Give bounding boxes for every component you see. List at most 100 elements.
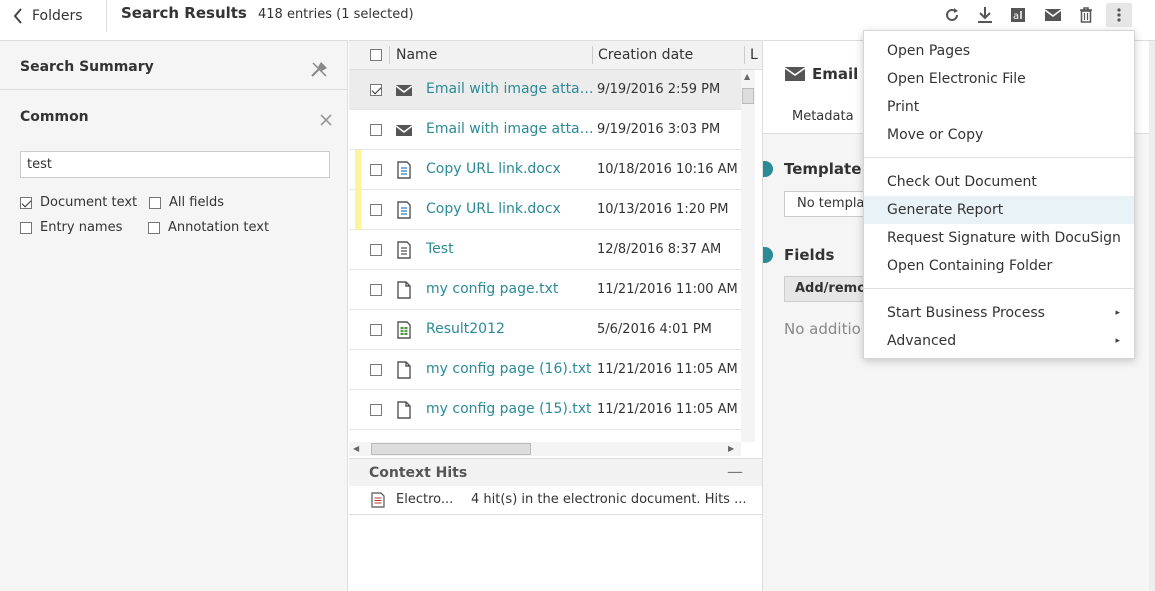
delete-button[interactable]: [1073, 3, 1099, 27]
email-icon: [395, 81, 413, 99]
menu-item-request-signature[interactable]: Request Signature with DocuSign: [864, 224, 1134, 252]
divider: [0, 89, 348, 90]
column-header-creation-date[interactable]: Creation date: [598, 47, 693, 63]
search-query-input[interactable]: [20, 151, 330, 178]
unpin-button[interactable]: [308, 59, 330, 79]
menu-item-open-containing-folder[interactable]: Open Containing Folder: [864, 252, 1134, 280]
row-checkbox[interactable]: [370, 404, 382, 416]
row-name[interactable]: Result2012: [426, 321, 594, 337]
toolbar-divider: [106, 0, 107, 32]
document-text-checkbox[interactable]: [20, 196, 32, 209]
scroll-thumb[interactable]: [742, 88, 754, 104]
row-checkbox[interactable]: [370, 244, 382, 256]
context-hits-header: Context Hits —: [349, 458, 762, 486]
file-icon: [395, 361, 413, 379]
document-icon: [395, 201, 413, 219]
file-icon: [395, 281, 413, 299]
option-document-text[interactable]: Document text: [20, 195, 137, 210]
download-button[interactable]: [972, 3, 998, 27]
refresh-button[interactable]: [939, 3, 965, 27]
row-date: 10/13/2016 1:20 PM: [597, 202, 729, 217]
context-hit-source: Electro...: [396, 492, 454, 507]
refresh-icon: [943, 6, 961, 24]
vertical-scrollbar[interactable]: ▲: [741, 70, 755, 442]
table-row[interactable]: my config page (15).txt 11/21/2016 11:05…: [349, 390, 741, 430]
option-all-fields[interactable]: All fields: [149, 195, 224, 210]
back-to-folders-button[interactable]: Folders: [12, 4, 83, 28]
email-button[interactable]: [1040, 3, 1066, 27]
fields-section-title[interactable]: Fields: [784, 246, 834, 264]
column-header-l[interactable]: L: [750, 47, 758, 63]
column-separator: [744, 46, 745, 64]
entry-count: 418 entries (1 selected): [258, 7, 414, 22]
email-icon: [395, 121, 413, 139]
column-header-name[interactable]: Name: [396, 47, 437, 63]
row-checkbox[interactable]: [370, 84, 382, 96]
all-fields-checkbox[interactable]: [149, 196, 161, 209]
minimize-button[interactable]: —: [727, 462, 743, 481]
row-checkbox[interactable]: [370, 284, 382, 296]
row-name[interactable]: Copy URL link.docx: [426, 201, 594, 217]
vertical-scrollbar[interactable]: [1149, 41, 1155, 591]
row-checkbox[interactable]: [370, 124, 382, 136]
template-section-title[interactable]: Template: [784, 160, 861, 178]
table-row[interactable]: Result2012 5/6/2016 4:01 PM: [349, 310, 741, 350]
table-row[interactable]: Email with image attachment 9/19/2016 3:…: [349, 110, 741, 150]
context-hit-row[interactable]: Electro... 4 hit(s) in the electronic do…: [349, 486, 762, 515]
menu-item-label: Start Business Process: [887, 305, 1045, 321]
annotation-text-checkbox[interactable]: [148, 221, 160, 234]
row-name[interactable]: Email with image attachment: [426, 81, 594, 97]
menu-item-move-or-copy[interactable]: Move or Copy: [864, 121, 1134, 149]
scroll-left-icon[interactable]: ◀: [353, 444, 359, 453]
option-annotation-text[interactable]: Annotation text: [148, 220, 269, 235]
select-all-checkbox[interactable]: [370, 49, 382, 61]
table-row[interactable]: my config page.txt 11/21/2016 11:00 AM: [349, 270, 741, 310]
row-date: 9/19/2016 3:03 PM: [597, 122, 721, 137]
row-checkbox[interactable]: [370, 204, 382, 216]
entry-names-checkbox[interactable]: [20, 221, 32, 234]
common-section-title: Common: [20, 109, 89, 125]
top-toolbar: Folders Search Results 418 entries (1 se…: [0, 0, 1155, 32]
row-name[interactable]: Test: [426, 241, 594, 257]
menu-item-advanced[interactable]: Advanced ▸: [864, 327, 1134, 355]
search-summary-title: Search Summary: [20, 59, 154, 75]
row-checkbox[interactable]: [370, 164, 382, 176]
table-row[interactable]: Copy URL link.docx 10/13/2016 1:20 PM: [349, 190, 741, 230]
menu-item-open-electronic-file[interactable]: Open Electronic File: [864, 65, 1134, 93]
email-icon: [1044, 6, 1062, 24]
table-row[interactable]: Email with image attachment 9/19/2016 2:…: [349, 70, 741, 110]
table-row[interactable]: my config page (16).txt 11/21/2016 11:05…: [349, 350, 741, 390]
horizontal-scrollbar[interactable]: ◀ ▶: [349, 442, 741, 456]
submenu-arrow-icon: ▸: [1115, 308, 1120, 318]
scroll-thumb[interactable]: [371, 443, 531, 455]
row-date: 5/6/2016 4:01 PM: [597, 322, 712, 337]
scroll-right-icon[interactable]: ▶: [728, 444, 734, 453]
row-checkbox[interactable]: [370, 364, 382, 376]
tab-metadata[interactable]: Metadata: [792, 109, 854, 124]
menu-item-start-business-process[interactable]: Start Business Process ▸: [864, 299, 1134, 327]
ocr-text-button[interactable]: a: [1005, 3, 1031, 27]
row-checkbox[interactable]: [370, 324, 382, 336]
row-name[interactable]: my config page.txt: [426, 281, 594, 297]
scroll-up-icon[interactable]: ▲: [744, 72, 750, 81]
row-name[interactable]: my config page (15).txt: [426, 401, 594, 417]
results-list: Name Creation date L Email with image at…: [349, 40, 762, 456]
row-name[interactable]: Copy URL link.docx: [426, 161, 594, 177]
remove-criteria-button[interactable]: [319, 113, 333, 127]
back-label: Folders: [32, 8, 83, 24]
row-name[interactable]: my config page (16).txt: [426, 361, 594, 377]
menu-item-check-out-document[interactable]: Check Out Document: [864, 168, 1134, 196]
option-entry-names[interactable]: Entry names: [20, 220, 122, 235]
menu-item-open-pages[interactable]: Open Pages: [864, 37, 1134, 65]
row-name[interactable]: Email with image attachment: [426, 121, 594, 137]
menu-item-generate-report[interactable]: Generate Report: [864, 196, 1134, 224]
more-options-menu: Open Pages Open Electronic File Print Mo…: [863, 30, 1135, 359]
row-date: 10/18/2016 10:16 AM: [597, 162, 738, 177]
option-label: All fields: [169, 195, 225, 210]
table-row[interactable]: Copy URL link.docx 10/18/2016 10:16 AM: [349, 150, 741, 190]
file-icon: [395, 401, 413, 419]
table-row[interactable]: Test 12/8/2016 8:37 AM: [349, 230, 741, 270]
menu-item-print[interactable]: Print: [864, 93, 1134, 121]
text-document-icon: [371, 492, 385, 508]
more-options-button[interactable]: [1106, 3, 1132, 27]
